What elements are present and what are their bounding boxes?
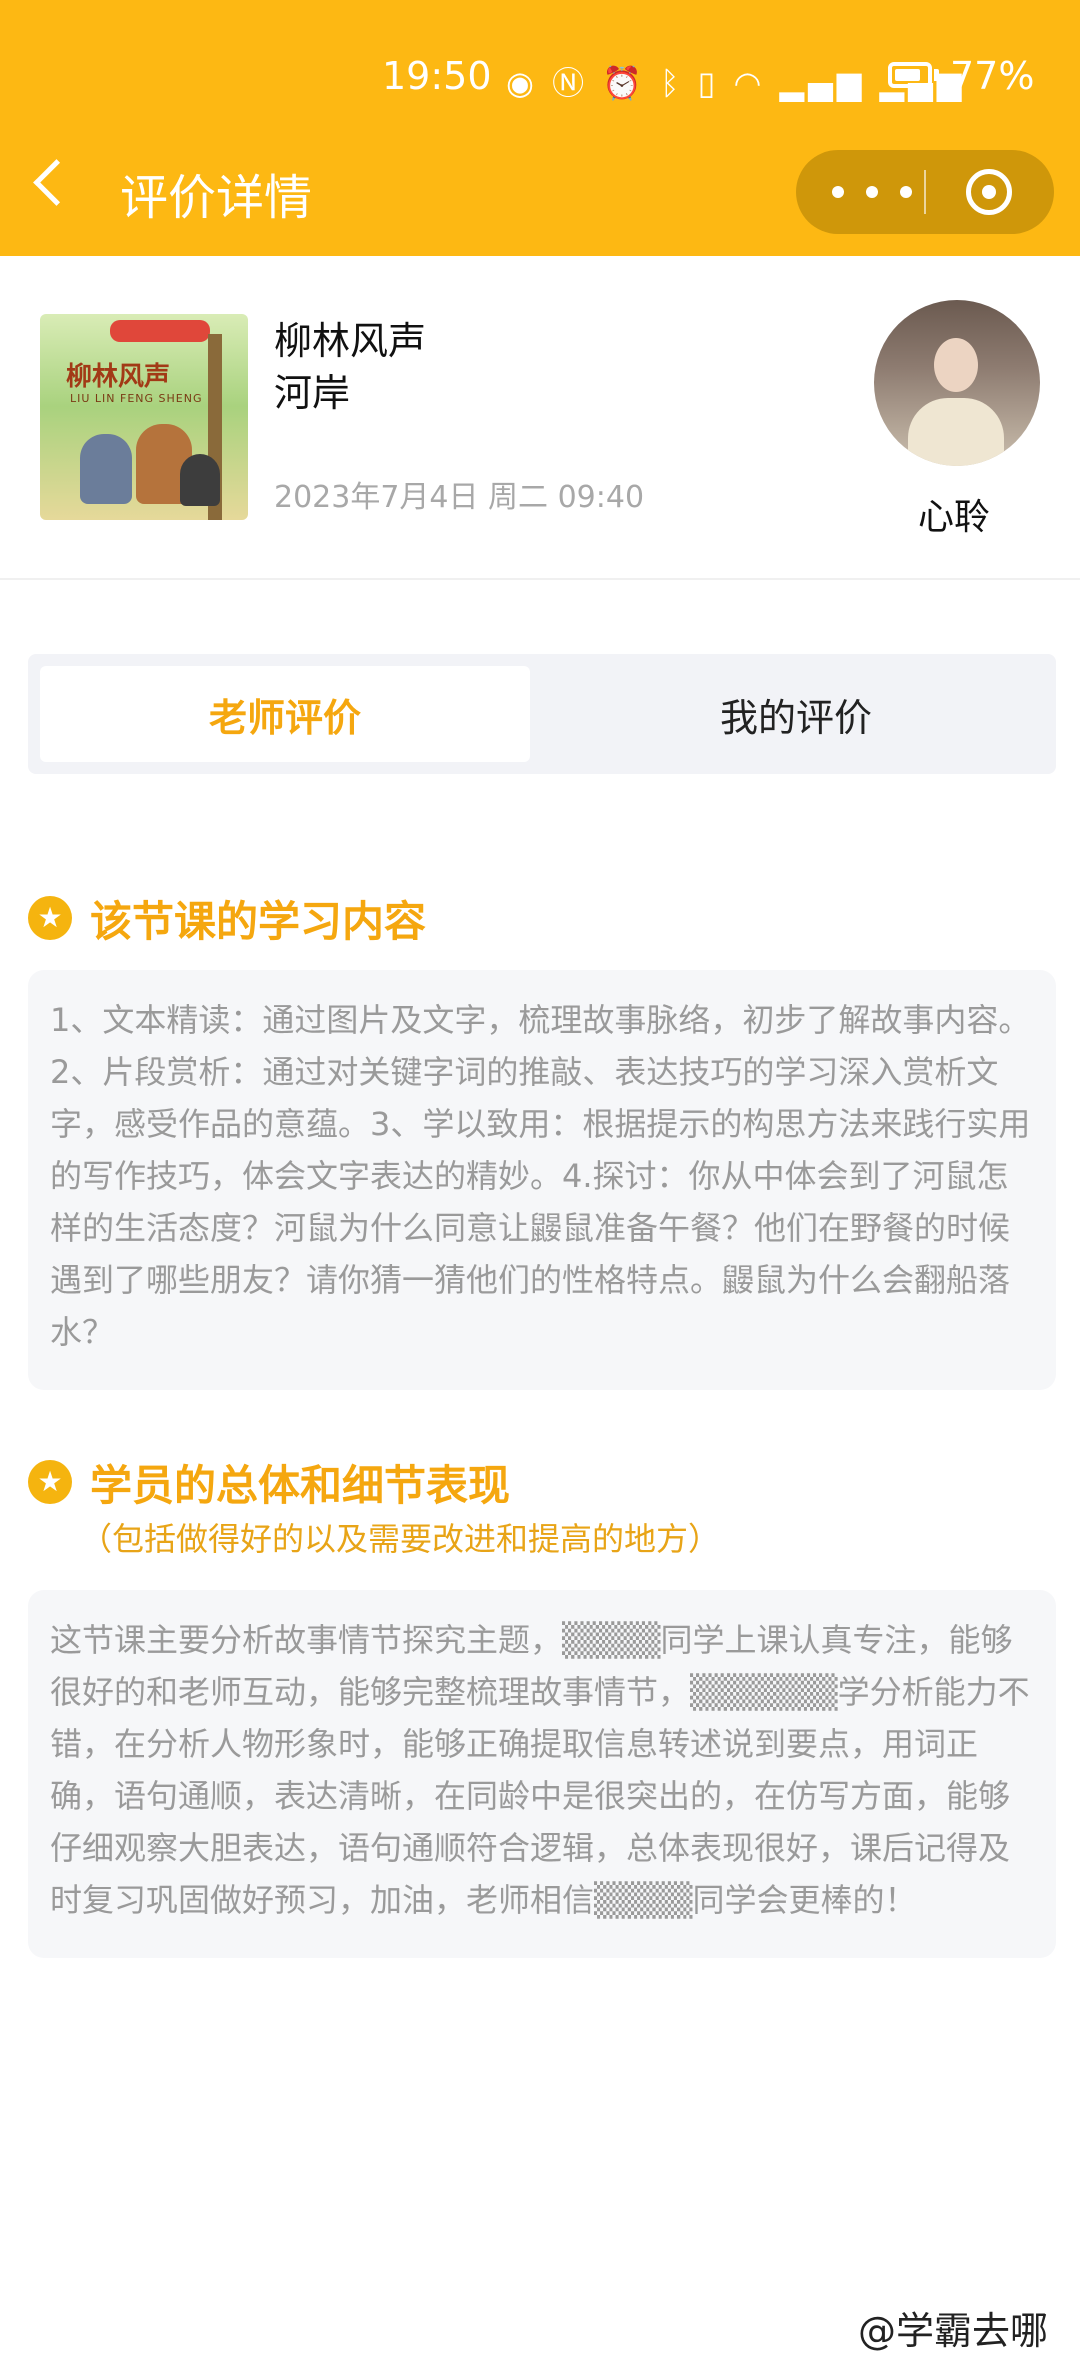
section-title-content: 该节课的学习内容 <box>90 897 427 946</box>
lesson-content-text: 1、文本精读：通过图片及文字，梳理故事脉络，初步了解故事内容。2、片段赏析：通过… <box>50 1001 1031 1351</box>
watermark: @学霸去哪 <box>858 2309 1049 2353</box>
performance-text: 这节课主要分析故事情节探究主题，▒▒▒▒同学上课认真专注，能够很好的和老师互动，… <box>50 1621 1030 1919</box>
bluetooth-icon: ᛒ <box>660 64 684 102</box>
cover-banner <box>110 320 210 342</box>
cover-animal <box>180 454 220 506</box>
tab-my-review[interactable]: 我的评价 <box>548 666 1044 762</box>
section-subtitle-performance: （包括做得好的以及需要改进和提高的地方） <box>80 1520 721 1558</box>
more-dots-icon[interactable] <box>832 174 912 210</box>
battery-percent: 77% <box>950 54 1035 98</box>
miniapp-capsule <box>796 150 1054 234</box>
status-time: 19:50 <box>382 54 492 98</box>
capsule-divider <box>924 170 926 214</box>
star-icon: ★ <box>28 1460 72 1504</box>
nfc-icon: Ⓝ <box>552 64 589 102</box>
battery-icon <box>888 62 932 88</box>
battery-tip <box>934 69 939 81</box>
header-bar: 19:50 ◉ Ⓝ ⏰ ᛒ ▯ ◠ ▂▄▆ ▂▄▆ 77% 评价详情 <box>0 0 1080 256</box>
tab-teacher-review[interactable]: 老师评价 <box>40 666 530 762</box>
cover-subtitle: LIU LIN FENG SHENG <box>70 392 203 405</box>
divider <box>0 578 1080 580</box>
eye-icon: ◉ <box>506 64 538 102</box>
tab-bar: 老师评价 我的评价 <box>28 654 1056 774</box>
close-target-icon[interactable] <box>966 169 1012 215</box>
alarm-icon: ⏰ <box>602 64 647 102</box>
vibrate-icon: ▯ <box>697 64 720 102</box>
wifi-icon: ◠ <box>733 64 766 102</box>
cover-title: 柳林风声 <box>66 362 171 392</box>
performance-card: 这节课主要分析故事情节探究主题，▒▒▒▒同学上课认真专注，能够很好的和老师互动，… <box>28 1590 1056 1958</box>
star-icon: ★ <box>28 896 72 940</box>
teacher-avatar <box>874 300 1040 466</box>
lesson-datetime: 2023年7月4日 周二 09:40 <box>274 480 645 515</box>
book-cover: 柳林风声 LIU LIN FENG SHENG <box>40 314 248 520</box>
book-author: 河岸 <box>274 371 351 415</box>
book-name: 柳林风声 <box>274 319 427 363</box>
section-title-performance: 学员的总体和细节表现 <box>90 1461 511 1510</box>
status-bar: 19:50 ◉ Ⓝ ⏰ ᛒ ▯ ◠ ▂▄▆ ▂▄▆ 77% <box>0 48 1080 112</box>
teacher-name: 心聆 <box>918 497 991 538</box>
cover-animal <box>80 434 132 504</box>
lesson-content-card: 1、文本精读：通过图片及文字，梳理故事脉络，初步了解故事内容。2、片段赏析：通过… <box>28 970 1056 1390</box>
signal-4g-icon: ▂▄▆ <box>779 64 866 102</box>
page-title: 评价详情 <box>120 170 313 226</box>
back-arrow-icon[interactable] <box>33 159 80 206</box>
